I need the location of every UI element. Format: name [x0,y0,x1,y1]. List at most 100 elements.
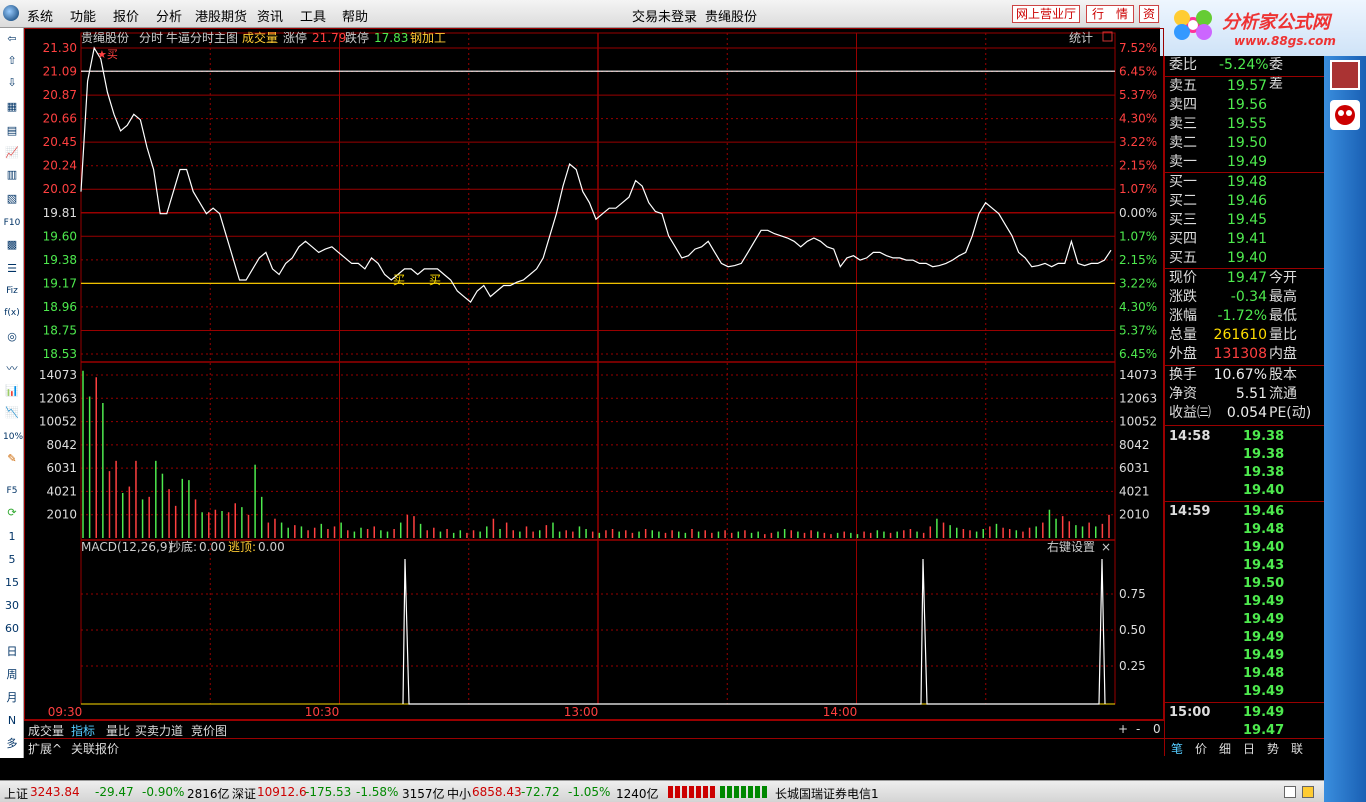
ask-label: 卖一 [1169,154,1197,170]
stat-value: 131308 [1213,346,1267,362]
stat-row: 总量 261610 量比 [1169,326,1325,345]
percent-tick-label: 3.22% [1119,135,1157,149]
menu-analysis[interactable]: 分析 [156,6,182,25]
period-month[interactable]: 月 [3,689,21,707]
tab-indicator[interactable]: 指标 [71,722,95,739]
broker-name: 长城国瑞证券电信1 [775,787,879,801]
fiz-icon[interactable]: Fiz [3,282,21,300]
stat-label-right: 最低 [1269,308,1297,324]
percent-tick-label: 2.15% [1119,159,1157,173]
chart3-icon[interactable]: 📉 [3,404,21,422]
period-30[interactable]: 30 [3,597,21,615]
intraday-chart[interactable]: 贵绳股份 分时 牛逼分时主图 成交量 涨停 21.79 跌停 17.83 钢加工… [24,28,1164,720]
widget-icon[interactable] [1330,60,1360,90]
zoom-in-button[interactable]: + [1118,722,1128,736]
period-1[interactable]: 1 [3,528,21,546]
percent-tick-label: 4.30% [1119,300,1157,314]
period-60[interactable]: 60 [3,620,21,638]
zoom-out-button[interactable]: - [1136,722,1140,736]
ask-price: 19.50 [1227,135,1268,151]
tab-trend[interactable]: 势 [1267,740,1279,757]
period-n[interactable]: N [3,712,21,730]
stat-label: 换手 [1169,367,1197,383]
tab-buy-sell-power[interactable]: 买卖力道 [135,722,183,739]
period-5[interactable]: 5 [3,551,21,569]
period-day[interactable]: 日 [3,643,21,661]
period-week[interactable]: 周 [3,666,21,684]
asset-button[interactable]: 资 [1139,5,1159,23]
ad-banner[interactable]: 分析家公式网 www.88gs.com [1160,0,1366,56]
macd-label: MACD(12,26,9) [81,540,172,554]
tab-volume[interactable]: 成交量 [28,722,64,739]
back-icon[interactable]: ⇦ [3,30,21,48]
quote-button[interactable]: 行 情 [1086,5,1134,23]
menu-tools[interactable]: 工具 [300,6,326,25]
news-icon[interactable]: ▩ [3,236,21,254]
sz-percent: -1.58% [356,785,399,799]
ask-label: 卖二 [1169,135,1197,151]
tab-price[interactable]: 价 [1195,740,1207,757]
f10-icon[interactable]: F10 [3,214,21,232]
weibi-label: 委比 [1169,57,1197,73]
grid-icon[interactable]: ▦ [3,98,21,116]
zoom-reset-button[interactable]: 0 [1153,722,1161,736]
down-arrow-icon[interactable]: ⇩ [3,74,21,92]
tab-expand[interactable]: 扩展^ [28,740,62,757]
sh-change: -29.47 [95,785,134,799]
percent-icon[interactable]: 10% [3,428,23,446]
tick-price: 19.38 [1243,429,1285,444]
multi-window-icon[interactable]: ▧ [3,190,21,208]
tab-daily[interactable]: 日 [1243,740,1255,757]
stats-button[interactable]: 统计 [1069,31,1093,45]
period-multi[interactable]: 多 [3,735,21,753]
menu-function[interactable]: 功能 [70,6,96,25]
circle-icon[interactable]: ◎ [3,328,21,346]
period-15[interactable]: 15 [3,574,21,592]
tab-linked[interactable]: 联 [1291,740,1303,757]
tick-price: 19.38 [1243,447,1285,462]
menu-hk-futures[interactable]: 港股期货 [195,6,247,25]
kline-icon[interactable]: ▥ [3,166,21,184]
side-strip [1324,56,1366,802]
table-icon[interactable]: ▤ [3,122,21,140]
menu-news[interactable]: 资讯 [257,6,283,25]
zx-index[interactable]: 6858.43 [472,785,522,799]
list-icon[interactable]: ☰ [3,260,21,278]
sz-index[interactable]: 10912.6 [257,785,307,799]
mascot-icon[interactable] [1330,100,1360,130]
tab-related-quote[interactable]: 关联报价 [71,740,119,757]
wave-icon[interactable]: 〰 [3,360,21,378]
price-tick-label: 20.66 [43,112,77,126]
up-arrow-icon[interactable]: ⇧ [3,52,21,70]
tab-ticks[interactable]: 笔 [1171,740,1183,757]
chart-canvas[interactable]: 贵绳股份 分时 牛逼分时主图 成交量 涨停 21.79 跌停 17.83 钢加工… [25,29,1165,721]
menu-help[interactable]: 帮助 [342,6,368,25]
pencil-icon[interactable]: ✎ [3,450,21,468]
macd-settings-hint[interactable]: 右键设置 [1047,539,1095,554]
volume-tick-label: 14073 [39,368,77,382]
online-hall-button[interactable]: 网上营业厅 [1012,5,1080,23]
price-tick-label: 20.87 [43,88,77,102]
refresh-icon[interactable]: ⟳ [3,504,21,522]
sh-index[interactable]: 3243.84 [30,785,80,799]
macd-close-icon[interactable]: × [1101,540,1111,554]
fx-icon[interactable]: f(x) [3,304,21,322]
f5-icon[interactable]: F5 [3,482,21,500]
line-chart-icon[interactable]: 📈 [3,144,21,162]
tab-auction-chart[interactable]: 竞价图 [191,722,227,739]
tab-volume-ratio[interactable]: 量比 [106,722,130,739]
bid-label: 买二 [1169,193,1197,209]
stat-label: 收益㈢ [1169,405,1211,421]
status-icon-1[interactable] [1284,786,1296,798]
macd-tick-label: 0.75 [1119,587,1146,601]
ask-price: 19.57 [1227,78,1268,94]
menu-quote[interactable]: 报价 [113,6,139,25]
price-tick-label: 20.45 [43,135,77,149]
chart2-icon[interactable]: 📊 [3,382,21,400]
macd-signal-line [402,558,1106,705]
tick-price: 19.46 [1243,504,1285,519]
status-icon-2[interactable] [1302,786,1314,798]
percent-tick-label: 4.30% [1119,112,1157,126]
tab-detail[interactable]: 细 [1219,740,1231,757]
menu-system[interactable]: 系统 [27,6,53,25]
